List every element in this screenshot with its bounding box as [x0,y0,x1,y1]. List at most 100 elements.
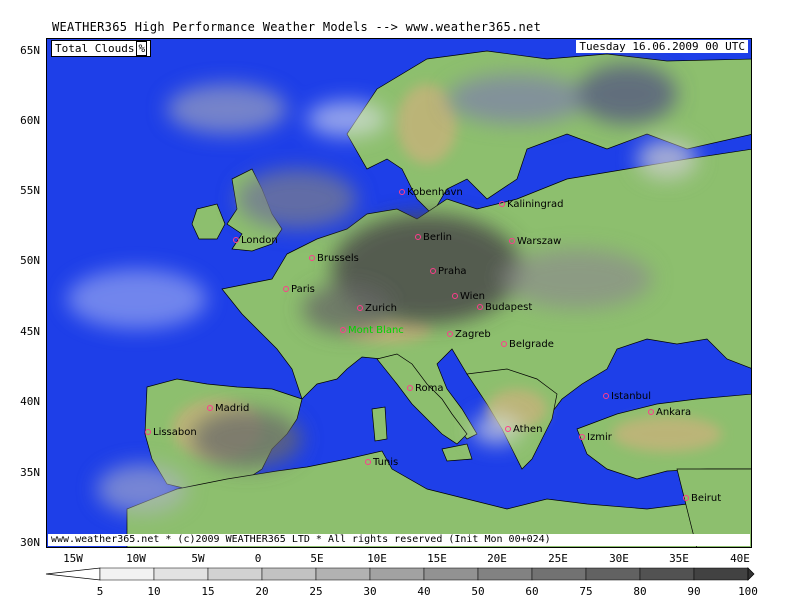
city-name: Belgrade [509,339,554,350]
city-marker[interactable]: Belgrade [501,339,554,350]
city-marker[interactable]: Mont Blanc [340,325,404,336]
city-marker[interactable]: Istanbul [603,391,651,402]
longitude-label: 10E [367,552,387,565]
city-name: Budapest [485,302,533,313]
city-dot-icon [415,234,421,240]
city-dot-icon [683,495,689,501]
city-marker[interactable]: Budapest [477,302,532,313]
scale-swatch [207,567,263,581]
weather-map[interactable]: Total Clouds% Tuesday 16.06.2009 00 UTC … [46,38,752,548]
copyright-footer: www.weather365.net * (c)2009 WEATHER365 … [48,534,750,546]
city-name: Praha [438,266,467,277]
city-marker[interactable]: Brussels [309,253,359,264]
scale-value-label: 80 [633,585,647,598]
city-marker[interactable]: Warszaw [509,236,561,247]
city-marker[interactable]: Izmir [579,432,612,443]
city-marker[interactable]: Praha [430,266,467,277]
latitude-label: 40N [20,395,40,408]
city-dot-icon [477,304,483,310]
city-dot-icon [207,405,213,411]
city-marker[interactable]: Lissabon [145,427,197,438]
city-marker[interactable]: Tunis [365,457,398,468]
city-marker[interactable]: Zagreb [447,329,491,340]
longitude-label: 25E [548,552,568,565]
scale-swatch [315,567,371,581]
city-name: Athen [513,424,543,435]
city-marker[interactable]: London [233,235,278,246]
parameter-name: Total Clouds [55,42,135,55]
scale-value-label: 60 [525,585,539,598]
latitude-label: 60N [20,114,40,127]
longitude-label: 5E [310,552,324,565]
scale-swatch [369,567,425,581]
city-name: Lissabon [153,427,197,438]
city-name: Madrid [215,403,250,414]
scale-swatch [261,567,317,581]
city-name: Kobenhavn [407,187,463,198]
latitude-label: 65N [20,44,40,57]
city-marker[interactable]: Beirut [683,493,721,504]
city-name: Berlin [423,232,453,243]
city-marker[interactable]: Ankara [648,407,691,418]
city-dot-icon [365,459,371,465]
city-name: Kaliningrad [507,199,564,210]
scale-value-label: 75 [579,585,593,598]
longitude-label: 40E [730,552,750,565]
scale-swatch [693,567,749,581]
scale-arrow-left [45,567,101,581]
city-dot-icon [603,393,609,399]
latitude-label: 45N [20,325,40,338]
city-marker[interactable]: Roma [407,383,444,394]
city-name: Wien [460,291,485,302]
longitude-label: 10W [126,552,146,565]
city-marker[interactable]: Athen [505,424,542,435]
longitude-label: 15E [427,552,447,565]
latitude-label: 30N [20,536,40,549]
scale-value-label: 30 [363,585,377,598]
city-marker[interactable]: Madrid [207,403,249,414]
city-name: Paris [291,284,315,295]
city-name: Beirut [691,493,722,504]
scale-value-label: 90 [687,585,701,598]
map-canvas [47,39,751,547]
scale-arrow-right [747,567,755,581]
longitude-label: 0 [254,552,262,565]
scale-swatch [531,567,587,581]
city-marker[interactable]: Wien [452,291,485,302]
city-dot-icon [145,429,151,435]
city-marker[interactable]: Berlin [415,232,452,243]
city-marker[interactable]: Zurich [357,303,397,314]
city-name: Ankara [656,407,692,418]
city-name: Zagreb [455,329,491,340]
color-scale-bar [45,567,755,581]
scale-value-label: 50 [471,585,485,598]
city-dot-icon [283,286,289,292]
longitude-label: 35E [669,552,689,565]
city-marker[interactable]: Kobenhavn [399,187,463,198]
city-dot-icon [407,385,413,391]
scale-value-label: 100 [738,585,758,598]
city-dot-icon [501,341,507,347]
latitude-label: 35N [20,466,40,479]
scale-swatch [477,567,533,581]
city-dot-icon [579,434,585,440]
scale-swatch [639,567,695,581]
city-name: London [241,235,278,246]
scale-value-label: 10 [147,585,161,598]
city-dot-icon [447,331,453,337]
scale-swatch [153,567,209,581]
city-marker[interactable]: Kaliningrad [499,199,563,210]
city-name: Mont Blanc [348,325,404,336]
scale-value-label: 40 [417,585,431,598]
longitude-label: 30E [609,552,629,565]
city-name: Roma [415,383,444,394]
city-dot-icon [309,255,315,261]
longitude-label: 15W [63,552,83,565]
city-name: Tunis [373,457,399,468]
city-dot-icon [430,268,436,274]
city-name: Istanbul [611,391,652,402]
city-dot-icon [452,293,458,299]
city-dot-icon [509,238,515,244]
city-dot-icon [340,327,346,333]
city-marker[interactable]: Paris [283,284,315,295]
